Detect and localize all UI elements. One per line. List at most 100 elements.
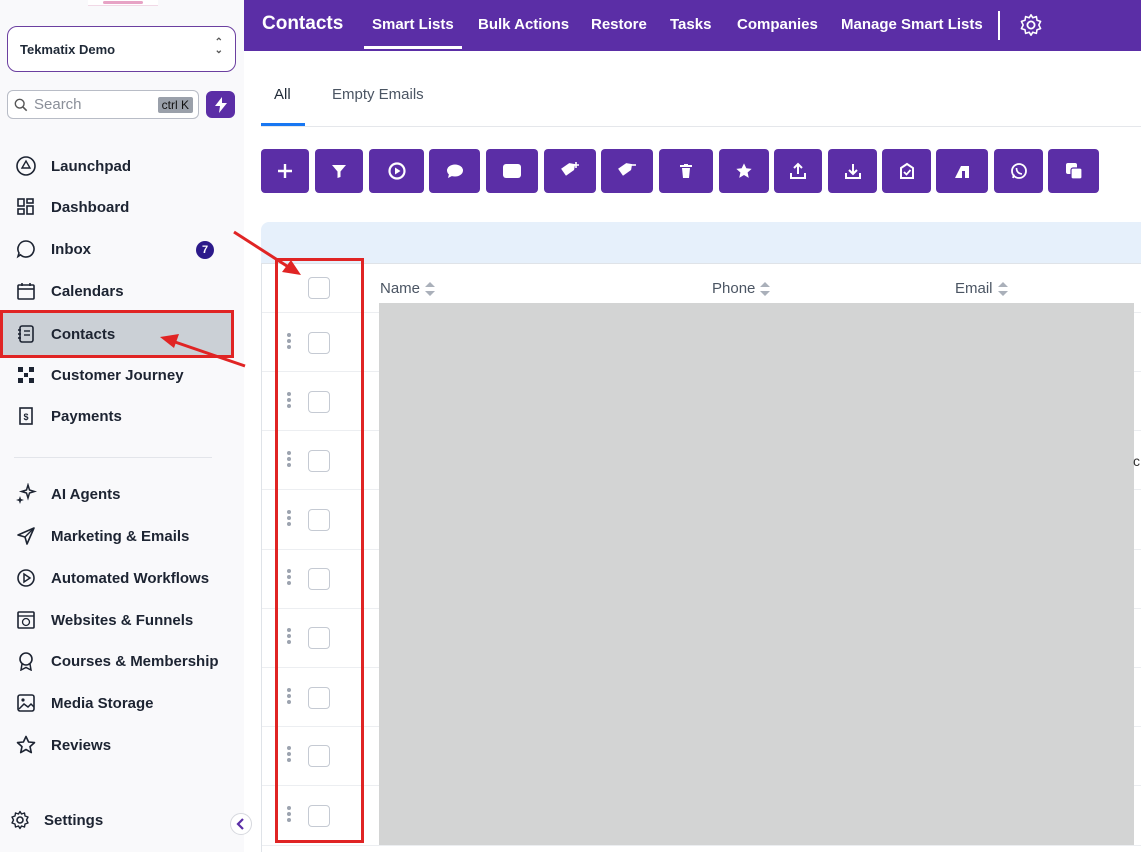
sidebar-item-label: Inbox — [51, 240, 91, 258]
tab-bulk-actions[interactable]: Bulk Actions — [478, 16, 569, 33]
review-request-button[interactable] — [882, 149, 931, 193]
remove-tag-button[interactable] — [601, 149, 653, 193]
search-box[interactable]: ctrl K — [7, 90, 199, 119]
nav-separator — [998, 11, 1000, 40]
sidebar-item-label: Dashboard — [51, 198, 130, 216]
sidebar-item-ai-agents[interactable]: AI Agents — [0, 478, 244, 510]
sort-icon — [760, 281, 771, 296]
column-header-phone[interactable]: Phone — [712, 280, 771, 297]
account-name: Tekmatix Demo — [20, 41, 116, 57]
export-icon — [790, 162, 806, 179]
search-icon — [14, 98, 28, 111]
column-label: Phone — [712, 280, 756, 297]
chevron-updown-icon: ⌃ ⌄ — [214, 37, 223, 56]
sidebar-item-dashboard[interactable]: Dashboard — [0, 191, 244, 223]
dashboard-icon — [14, 195, 38, 219]
chat-bubble-icon — [14, 237, 38, 261]
sidebar-item-courses[interactable]: Courses & Membership — [0, 645, 244, 677]
remove-tag-icon — [618, 163, 636, 176]
tab-restore[interactable]: Restore — [591, 16, 647, 33]
sidebar: Tekmatix Demo ⌃⌄ ctrl K Launchpad Dashbo… — [0, 0, 252, 852]
tab-smart-lists[interactable]: Smart Lists — [364, 16, 462, 49]
page-title: Contacts — [262, 13, 344, 34]
add-tag-icon — [561, 162, 579, 176]
sidebar-item-inbox[interactable]: Inbox 7 — [0, 233, 244, 265]
add-contact-button[interactable] — [261, 149, 309, 193]
sidebar-item-reviews[interactable]: Reviews — [0, 729, 244, 761]
sidebar-item-launchpad[interactable]: Launchpad — [0, 150, 244, 182]
sidebar-item-label: Customer Journey — [51, 366, 184, 384]
delete-button[interactable] — [659, 149, 713, 193]
award-icon — [14, 649, 38, 673]
export-button[interactable] — [774, 149, 822, 193]
filter-icon — [332, 165, 346, 178]
row-divider — [262, 845, 1141, 846]
column-header-name[interactable]: Name — [380, 280, 436, 297]
sidebar-item-settings[interactable]: Settings — [0, 804, 244, 836]
subtab-empty-emails[interactable]: Empty Emails — [332, 86, 424, 103]
tab-manage-smart-lists[interactable]: Manage Smart Lists — [841, 16, 983, 33]
sidebar-item-label: Websites & Funnels — [51, 611, 194, 629]
account-switcher[interactable]: Tekmatix Demo ⌃ ⌄ — [7, 26, 236, 72]
svg-text:$: $ — [23, 412, 28, 422]
duplicate-icon — [1065, 163, 1083, 180]
gear-icon — [1020, 14, 1042, 36]
filter-button[interactable] — [315, 149, 363, 193]
add-to-workflow-button[interactable] — [369, 149, 424, 193]
send-email-button[interactable] — [486, 149, 538, 193]
sidebar-item-label: AI Agents — [51, 485, 121, 503]
sidebar-item-label: Payments — [51, 407, 122, 425]
sidebar-item-customer-journey[interactable]: Customer Journey — [0, 359, 244, 391]
sidebar-divider — [14, 457, 212, 458]
sidebar-item-marketing[interactable]: Marketing & Emails — [0, 520, 244, 552]
tab-companies[interactable]: Companies — [737, 16, 818, 33]
sidebar-item-websites[interactable]: Websites & Funnels — [0, 604, 244, 636]
merge-button[interactable] — [936, 149, 988, 193]
highlight-box-checkboxes — [275, 258, 364, 843]
search-input[interactable] — [34, 96, 144, 113]
brand-logo — [88, 0, 158, 6]
add-icon — [278, 164, 292, 178]
calendar-icon — [14, 279, 38, 303]
sidebar-item-workflows[interactable]: Automated Workflows — [0, 562, 244, 594]
add-tag-button[interactable] — [544, 149, 596, 193]
launchpad-icon — [14, 154, 38, 178]
lightning-icon — [214, 96, 227, 113]
subtab-all[interactable]: All — [274, 86, 291, 103]
send-sms-button[interactable] — [429, 149, 480, 193]
import-icon — [844, 164, 861, 179]
review-request-icon — [899, 162, 914, 179]
sidebar-item-label: Courses & Membership — [51, 652, 219, 670]
import-button[interactable] — [828, 149, 877, 193]
star-icon — [736, 163, 752, 178]
tab-tasks[interactable]: Tasks — [670, 16, 711, 33]
sort-icon — [425, 281, 436, 296]
sidebar-item-payments[interactable]: $ Payments — [0, 400, 244, 432]
journey-icon — [14, 363, 38, 387]
whatsapp-button[interactable] — [994, 149, 1043, 193]
star-outline-icon — [14, 733, 38, 757]
sidebar-item-media[interactable]: Media Storage — [0, 687, 244, 719]
chevron-left-icon — [236, 818, 244, 830]
quick-actions-button[interactable] — [206, 91, 235, 118]
workflow-icon — [387, 162, 406, 180]
sidebar-item-calendars[interactable]: Calendars — [0, 275, 244, 307]
sidebar-item-label: Calendars — [51, 282, 124, 300]
settings-gear-button[interactable] — [1019, 13, 1043, 42]
delete-icon — [680, 164, 692, 178]
top-bar: Contacts Smart Lists Bulk Actions Restor… — [244, 0, 1141, 51]
image-icon — [14, 691, 38, 715]
column-label: Email — [955, 280, 993, 297]
collapse-sidebar-button[interactable] — [230, 813, 252, 835]
invoice-icon: $ — [14, 404, 38, 428]
column-label: Name — [380, 280, 421, 297]
column-header-email[interactable]: Email — [955, 280, 1009, 297]
gear-icon — [8, 808, 32, 832]
settings-label: Settings — [44, 811, 104, 829]
add-review-button[interactable] — [719, 149, 769, 193]
sidebar-item-label: Reviews — [51, 736, 112, 754]
table-left-border — [261, 264, 262, 852]
send-icon — [14, 524, 38, 548]
duplicate-button[interactable] — [1048, 149, 1099, 193]
table-toolbar-band — [261, 222, 1141, 264]
